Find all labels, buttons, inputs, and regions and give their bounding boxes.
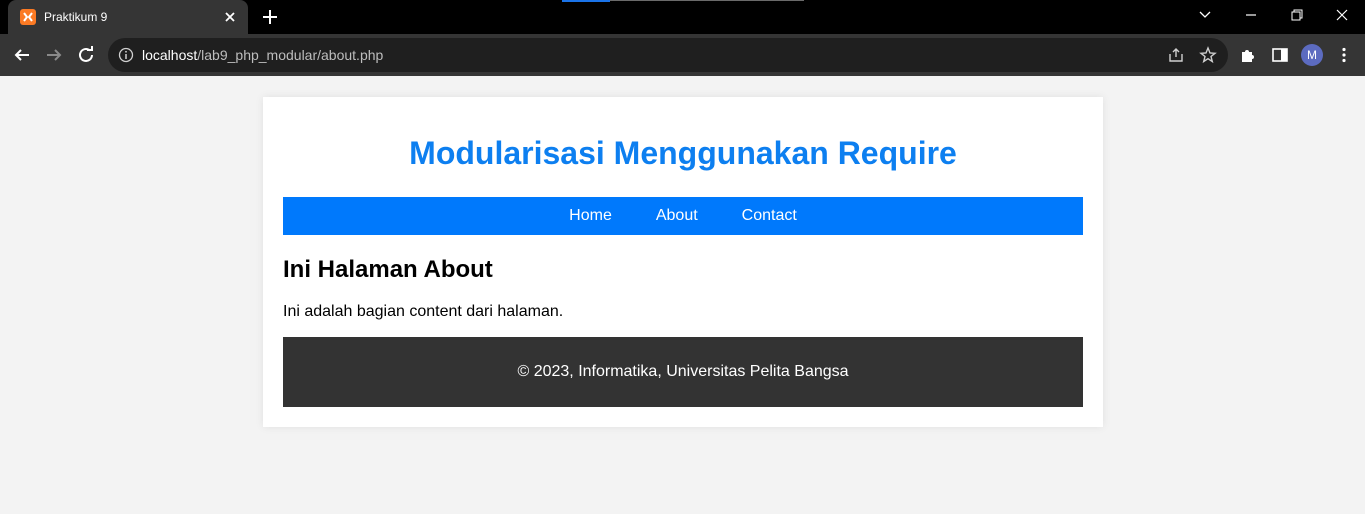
page-body-text: Ini adalah bagian content dari halaman. — [283, 303, 564, 320]
page-container: Modularisasi Menggunakan Require Home Ab… — [263, 97, 1103, 427]
nav-link-contact[interactable]: Contact — [742, 207, 797, 225]
restore-button[interactable] — [1274, 0, 1320, 30]
tab-search-button[interactable] — [1182, 0, 1228, 30]
main-nav: Home About Contact — [283, 197, 1083, 235]
minimize-button[interactable] — [1228, 0, 1274, 30]
page-heading: Ini Halaman About — [283, 256, 493, 283]
strip-divider — [610, 0, 804, 1]
page-footer: © 2023, Informatika, Universitas Pelita … — [283, 337, 1083, 407]
address-bar[interactable]: localhost/lab9_php_modular/about.php — [108, 38, 1228, 72]
bookmark-star-icon[interactable] — [1199, 46, 1217, 64]
side-panel-button[interactable] — [1268, 43, 1292, 67]
url-text: localhost/lab9_php_modular/about.php — [142, 47, 383, 63]
forward-button[interactable] — [42, 43, 66, 67]
share-icon[interactable] — [1167, 46, 1185, 64]
footer-text: © 2023, Informatika, Universitas Pelita … — [517, 363, 849, 380]
menu-button[interactable] — [1332, 43, 1356, 67]
close-window-button[interactable] — [1319, 0, 1365, 30]
side-panel-icon — [1272, 48, 1288, 62]
browser-tab[interactable]: Praktikum 9 — [8, 0, 248, 34]
profile-avatar[interactable]: M — [1301, 44, 1323, 66]
site-title: Modularisasi Menggunakan Require — [409, 135, 957, 171]
tab-title: Praktikum 9 — [44, 10, 108, 24]
url-path: /lab9_php_modular/about.php — [197, 47, 384, 63]
url-host: localhost — [142, 47, 198, 63]
info-icon[interactable] — [118, 47, 134, 63]
chevron-down-icon — [1199, 11, 1211, 18]
strip-accent — [562, 0, 610, 2]
back-button[interactable] — [10, 43, 34, 67]
restore-icon — [1291, 9, 1303, 21]
extensions-button[interactable] — [1236, 43, 1260, 67]
reload-icon — [79, 46, 93, 62]
nav-link-about[interactable]: About — [656, 207, 698, 225]
nav-link-home[interactable]: Home — [569, 207, 612, 225]
minimize-icon — [1246, 14, 1256, 16]
close-tab-icon[interactable] — [222, 9, 238, 25]
kebab-menu-icon — [1342, 47, 1346, 63]
browser-toolbar: localhost/lab9_php_modular/about.php M — [0, 34, 1365, 76]
arrow-right-icon — [47, 49, 62, 61]
reload-button[interactable] — [74, 43, 98, 67]
tab-strip: Praktikum 9 — [0, 0, 1365, 34]
xampp-favicon-icon — [20, 9, 36, 25]
puzzle-icon — [1242, 50, 1254, 62]
close-icon — [1336, 9, 1348, 21]
arrow-left-icon — [14, 49, 29, 61]
new-tab-icon[interactable] — [260, 7, 280, 27]
